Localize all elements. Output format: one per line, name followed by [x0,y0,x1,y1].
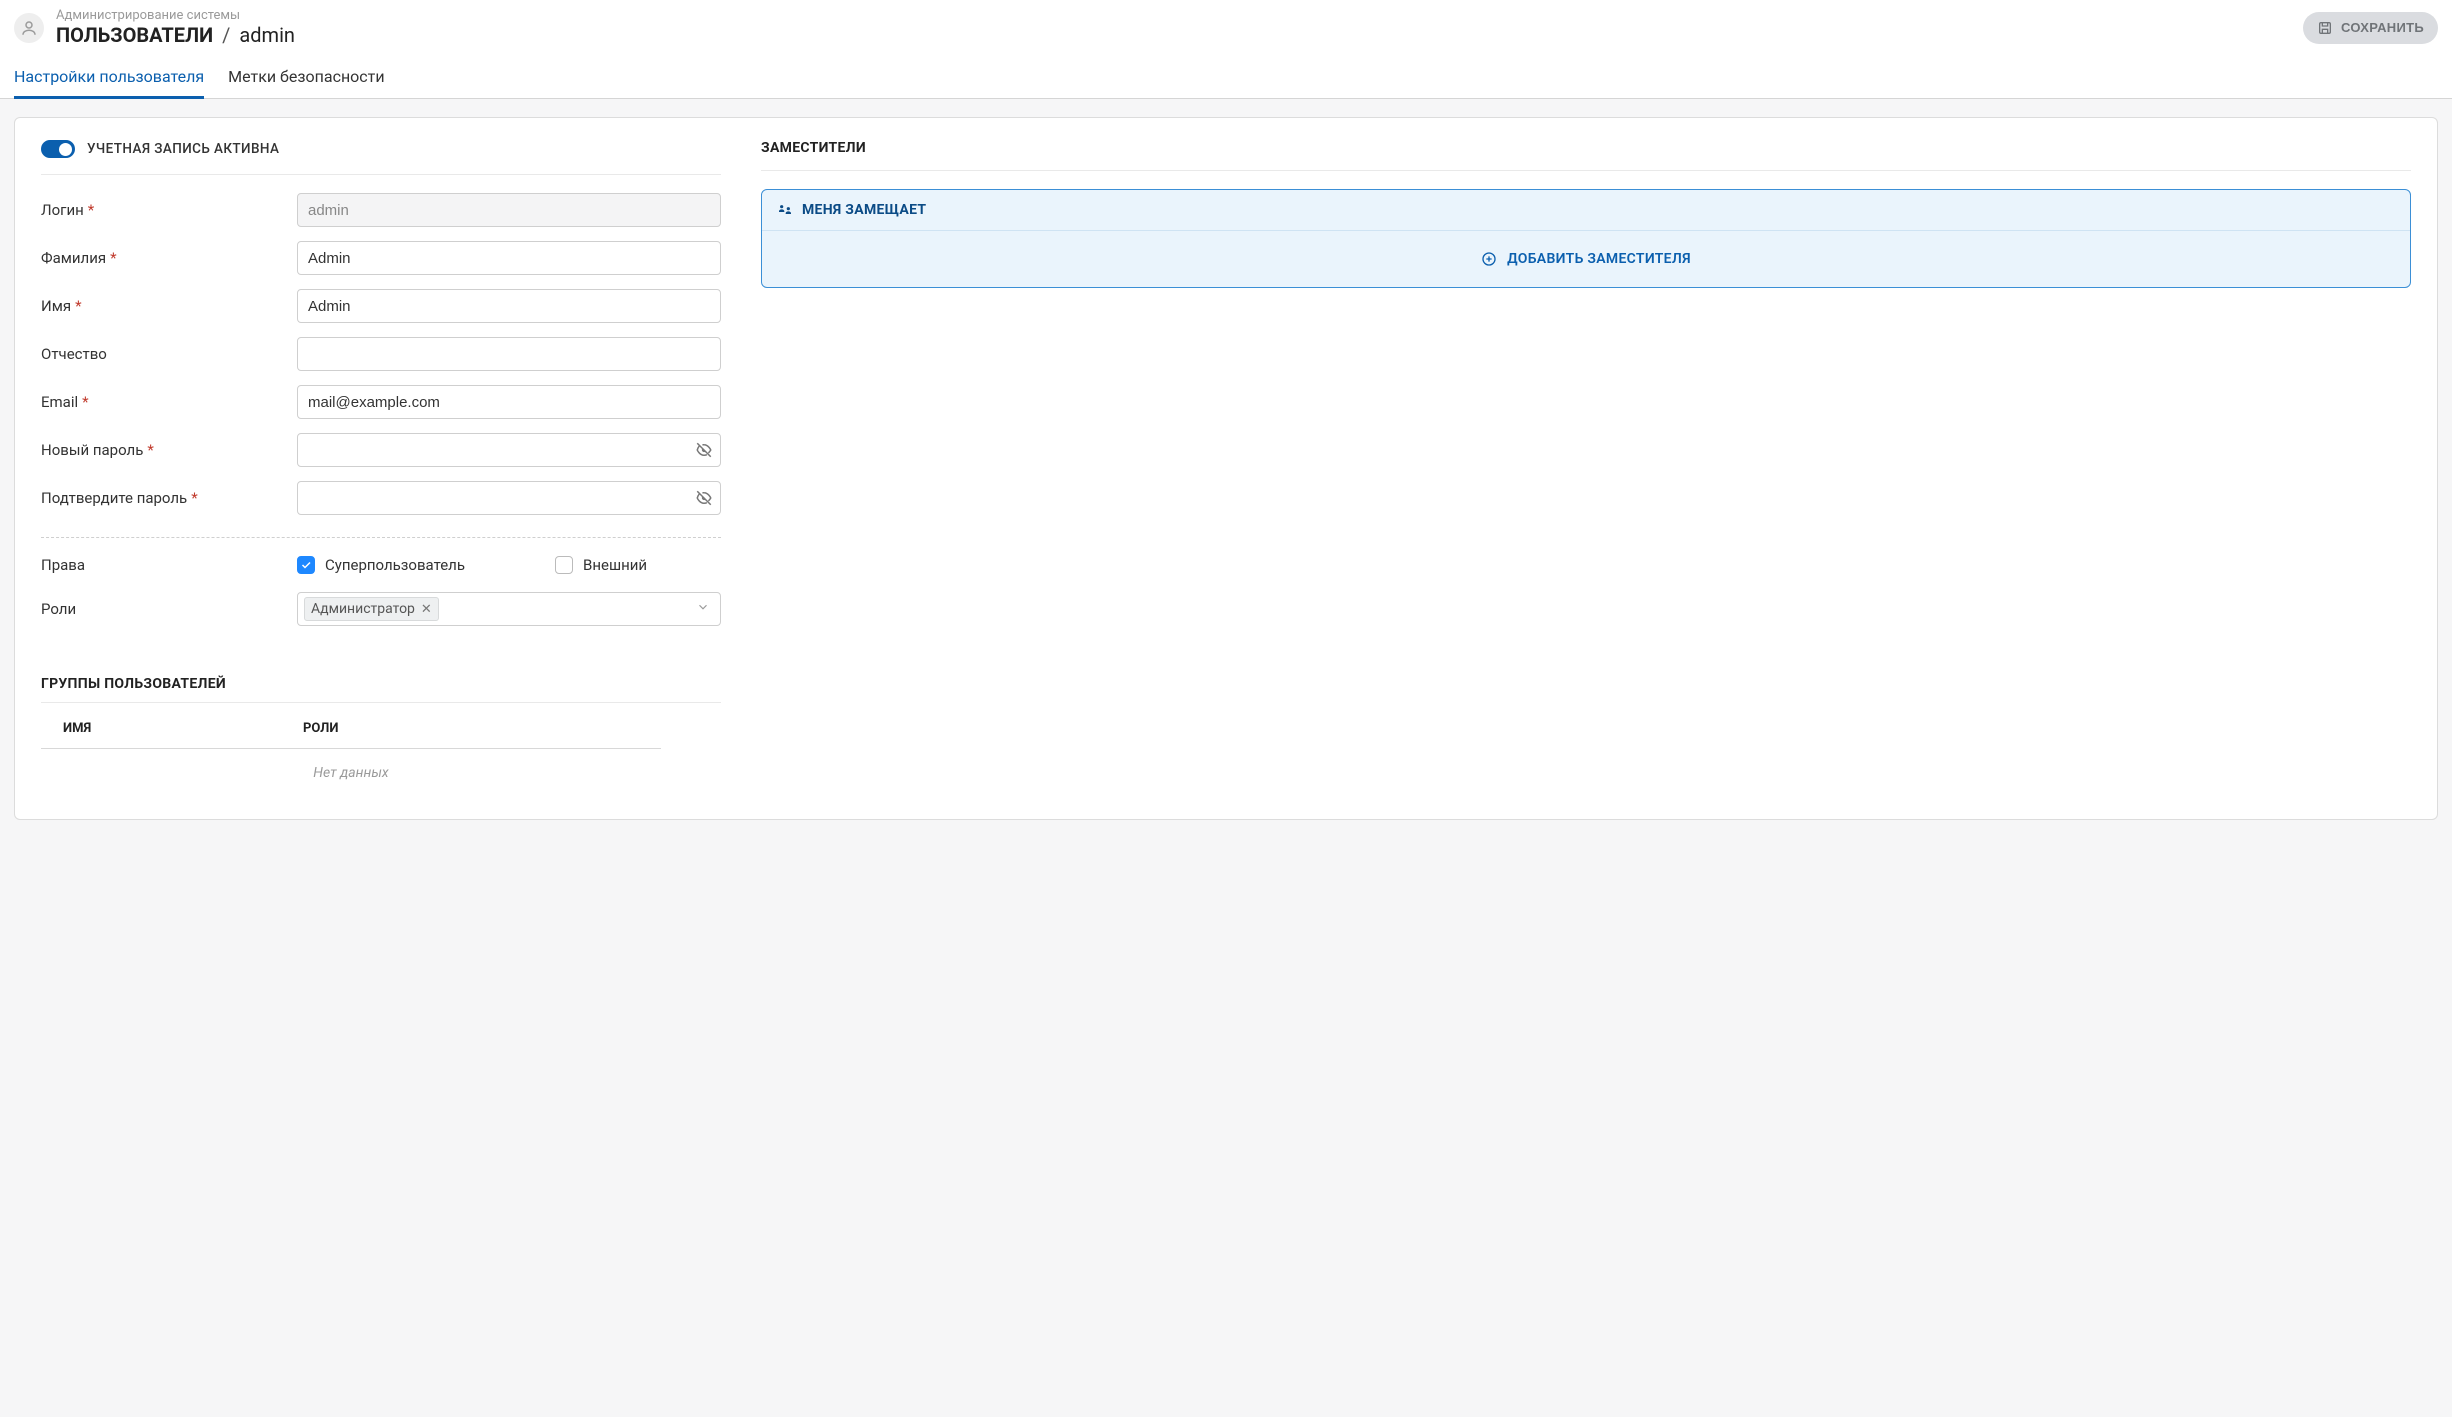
eye-off-icon [695,441,713,459]
login-label: Логин* [41,201,297,219]
external-checkbox[interactable]: Внешний [555,556,647,574]
account-active-label: УЧЕТНАЯ ЗАПИСЬ АКТИВНА [87,141,279,157]
page-title: ПОЛЬЗОВАТЕЛИ / admin [56,23,295,47]
tab-user-settings[interactable]: Настройки пользователя [14,61,204,99]
firstname-label: Имя* [41,297,297,315]
middlename-input[interactable] [297,337,721,371]
newpass-input[interactable] [297,433,721,467]
toggle-password-visibility-icon[interactable] [695,441,713,459]
add-substitute-label: ДОБАВИТЬ ЗАМЕСТИТЕЛЯ [1507,251,1691,267]
lastname-input[interactable] [297,241,721,275]
email-label: Email* [41,393,297,411]
tab-security-labels[interactable]: Метки безопасности [228,61,384,99]
groups-col-name: ИМЯ [63,721,303,736]
substitutes-card: МЕНЯ ЗАМЕЩАЕТ ДОБАВИТЬ ЗАМЕСТИТЕЛЯ [761,189,2411,288]
login-input [297,193,721,227]
chevron-down-icon [696,600,710,618]
person-icon [20,19,38,37]
checkbox-checked-icon [297,556,315,574]
breadcrumb-separator: / [222,23,230,47]
substitutes-title: ЗАМЕСТИТЕЛИ [761,140,2411,171]
check-icon [300,559,312,571]
eye-off-icon [695,489,713,507]
external-label: Внешний [583,556,647,574]
add-substitute-button[interactable]: ДОБАВИТЬ ЗАМЕСТИТЕЛЯ [1481,251,1691,267]
save-icon [2317,20,2333,36]
breadcrumb-main: ПОЛЬЗОВАТЕЛИ [56,23,213,47]
avatar [14,13,44,43]
roles-label: Роли [41,600,297,618]
user-groups-title: ГРУППЫ ПОЛЬЗОВАТЕЛЕЙ [41,656,721,703]
account-active-toggle[interactable] [41,140,75,158]
breadcrumb: Администрирование системы [56,8,295,23]
remove-role-icon[interactable]: ✕ [421,602,432,617]
toggle-confirm-password-visibility-icon[interactable] [695,489,713,507]
role-tag-label: Администратор [311,601,415,617]
confirmpass-label: Подтвердите пароль* [41,489,297,507]
breadcrumb-entity: admin [239,23,295,47]
tabs: Настройки пользователя Метки безопасност… [0,51,2452,99]
groups-empty: Нет данных [41,749,661,797]
save-button[interactable]: СОХРАНИТЬ [2303,12,2438,44]
plus-circle-icon [1481,251,1497,267]
roles-select[interactable]: Администратор ✕ [297,592,721,626]
groups-col-roles: РОЛИ [303,721,639,736]
newpass-label: Новый пароль* [41,441,297,459]
role-tag: Администратор ✕ [304,597,439,621]
checkbox-unchecked-icon [555,556,573,574]
people-swap-icon [776,202,794,218]
lastname-label: Фамилия* [41,249,297,267]
superuser-label: Суперпользователь [325,556,465,574]
save-button-label: СОХРАНИТЬ [2341,20,2424,35]
email-input[interactable] [297,385,721,419]
substitutes-card-title: МЕНЯ ЗАМЕЩАЕТ [802,202,926,218]
superuser-checkbox[interactable]: Суперпользователь [297,556,465,574]
firstname-input[interactable] [297,289,721,323]
middlename-label: Отчество [41,345,297,363]
confirmpass-input[interactable] [297,481,721,515]
rights-label: Права [41,556,297,574]
